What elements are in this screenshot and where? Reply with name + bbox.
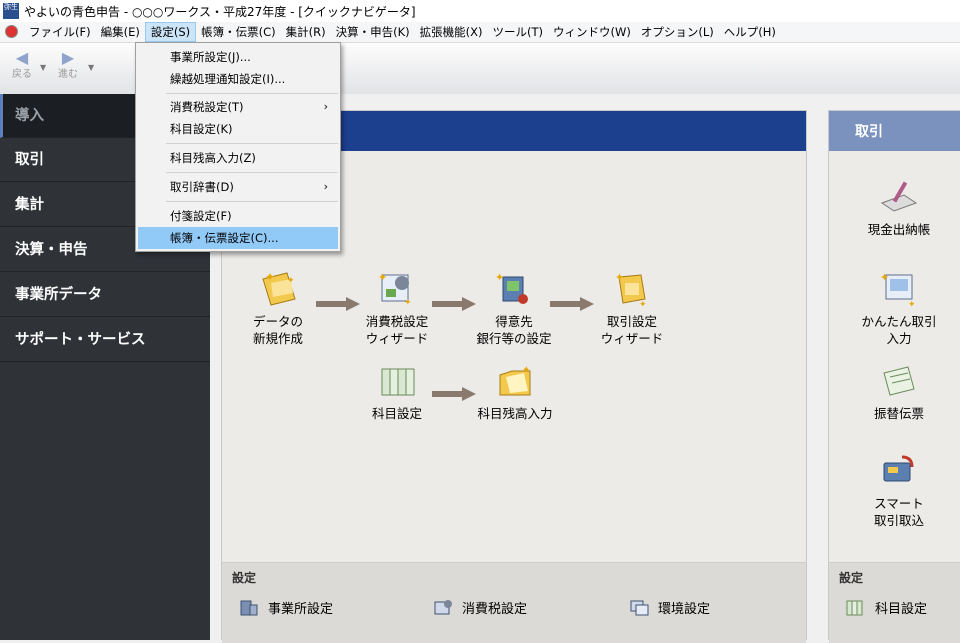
tax-settings-icon bbox=[434, 600, 452, 615]
bank-setup-item[interactable]: ✦ 得意先 銀行等の設定 bbox=[466, 269, 562, 347]
menu-extensions[interactable]: 拡張機能(X) bbox=[415, 22, 488, 42]
office-settings-link[interactable]: 事業所設定 bbox=[238, 597, 333, 617]
menu-window[interactable]: ウィンドウ(W) bbox=[548, 22, 636, 42]
transfer-slip-icon bbox=[883, 366, 915, 396]
environment-settings-link[interactable]: 環境設定 bbox=[628, 597, 710, 617]
menu-item-balance-input[interactable]: 科目残高入力(Z) bbox=[138, 147, 338, 169]
smart-import-icon bbox=[883, 455, 914, 482]
menu-item-books-slip-settings[interactable]: 帳簿・伝票設定(C)... bbox=[138, 227, 338, 249]
account-setup-item[interactable]: 科目設定 bbox=[362, 361, 432, 422]
trade-wizard-item[interactable]: ✦ ✦ 取引設定 ウィザード bbox=[592, 269, 672, 347]
sidebar-item-office-data[interactable]: 事業所データ bbox=[0, 273, 210, 317]
svg-text:✦: ✦ bbox=[522, 365, 530, 376]
trade-panel-header: 取引 bbox=[829, 111, 960, 151]
window-title: やよいの青色申告 - ○○○ワークス・平成27年度 - [クイックナビゲータ] bbox=[24, 5, 416, 19]
menu-options[interactable]: オプション(L) bbox=[636, 22, 719, 42]
cash-book-icon bbox=[880, 181, 918, 212]
settings-strip: 設定 事業所設定 消費税設定 環境設定 bbox=[222, 562, 806, 643]
menu-item-office-settings[interactable]: 事業所設定(J)... bbox=[138, 46, 338, 68]
bank-setup-icon: ✦ bbox=[495, 271, 528, 304]
svg-text:✦: ✦ bbox=[378, 271, 387, 284]
cash-book-item[interactable]: 現金出納帳 bbox=[829, 177, 960, 238]
menu-separator bbox=[166, 172, 338, 173]
submenu-arrow-icon: › bbox=[323, 180, 328, 193]
menu-separator bbox=[166, 201, 338, 202]
menu-settings[interactable]: 設定(S) bbox=[144, 22, 197, 42]
menu-books[interactable]: 帳簿・伝票(C) bbox=[196, 22, 281, 42]
svg-text:✦: ✦ bbox=[404, 298, 412, 308]
menu-aggregate[interactable]: 集計(R) bbox=[281, 22, 331, 42]
account-ledger-icon bbox=[381, 368, 415, 396]
settings-strip-title: 設定 bbox=[232, 571, 257, 585]
office-building-icon bbox=[240, 600, 258, 616]
menu-help[interactable]: ヘルプ(H) bbox=[719, 22, 781, 42]
menu-file[interactable]: ファイル(F) bbox=[24, 22, 96, 42]
sidebar-item-support[interactable]: サポート・サービス bbox=[0, 318, 210, 362]
tax-wizard-item[interactable]: ✦ ✦ 消費税設定 ウィザード bbox=[352, 269, 442, 347]
svg-text:✦: ✦ bbox=[287, 276, 295, 286]
svg-text:✦: ✦ bbox=[908, 300, 916, 309]
menu-item-carryover-notice[interactable]: 繰越処理通知設定(I)... bbox=[138, 68, 338, 90]
svg-text:✦: ✦ bbox=[615, 271, 624, 284]
balance-folder-icon: ✦ bbox=[499, 365, 531, 396]
menu-item-sticky-note-settings[interactable]: 付箋設定(F) bbox=[138, 205, 338, 227]
new-document-icon: ✦ ✦ bbox=[262, 270, 296, 306]
new-data-item[interactable]: ✦ ✦ データの 新規作成 bbox=[246, 269, 310, 347]
submenu-arrow-icon: › bbox=[323, 100, 328, 113]
menu-edit[interactable]: 編集(E) bbox=[96, 22, 145, 42]
menu-tools[interactable]: ツール(T) bbox=[487, 22, 548, 42]
back-dropdown-icon[interactable]: ▼ bbox=[40, 63, 46, 72]
smart-import-item[interactable]: スマート 取引取込 bbox=[829, 451, 960, 529]
back-button[interactable]: ◀ 戻る bbox=[4, 47, 40, 89]
easy-entry-icon: ✦ ✦ bbox=[880, 271, 916, 309]
svg-text:✦: ✦ bbox=[265, 270, 275, 284]
svg-text:✦: ✦ bbox=[495, 271, 504, 284]
environment-settings-icon bbox=[630, 600, 649, 616]
trade-account-settings-link[interactable]: 科目設定 bbox=[845, 597, 927, 617]
forward-button[interactable]: ▶ 進む bbox=[50, 47, 86, 89]
tax-settings-link[interactable]: 消費税設定 bbox=[432, 597, 527, 617]
system-menu-icon[interactable] bbox=[5, 25, 18, 38]
settings-dropdown-menu: 事業所設定(J)... 繰越処理通知設定(I)... 消費税設定(T) › 科目設… bbox=[135, 42, 341, 252]
tax-wizard-icon: ✦ ✦ bbox=[378, 271, 412, 308]
app-icon[interactable]: 弥生 bbox=[3, 3, 19, 19]
easy-entry-item[interactable]: ✦ ✦ かんたん取引 入力 bbox=[829, 269, 960, 347]
menu-separator bbox=[166, 93, 338, 94]
trade-panel: 取引 現金出納帳 ✦ ✦ かんたん取引 入力 振替伝票 スマート 取引取込 設定… bbox=[828, 110, 960, 643]
trade-wizard-icon: ✦ ✦ bbox=[615, 271, 647, 309]
transfer-slip-item[interactable]: 振替伝票 bbox=[829, 361, 960, 422]
forward-dropdown-icon[interactable]: ▼ bbox=[88, 63, 94, 72]
workflow-arrow-icon bbox=[550, 297, 594, 311]
forward-arrow-icon: ▶ bbox=[61, 48, 75, 67]
trade-settings-title: 設定 bbox=[839, 571, 864, 585]
menu-item-trade-dictionary[interactable]: 取引辞書(D) › bbox=[138, 176, 338, 198]
title-bar: 弥生 やよいの青色申告 - ○○○ワークス・平成27年度 - [クイックナビゲー… bbox=[0, 0, 960, 23]
menu-item-tax-settings[interactable]: 消費税設定(T) › bbox=[138, 96, 338, 118]
trade-settings-strip: 設定 科目設定 bbox=[829, 562, 960, 643]
account-ledger-icon bbox=[846, 600, 863, 616]
menu-closing[interactable]: 決算・申告(K) bbox=[331, 22, 415, 42]
back-arrow-icon: ◀ bbox=[15, 48, 29, 67]
menu-item-account-settings[interactable]: 科目設定(K) bbox=[138, 118, 338, 140]
balance-input-item[interactable]: ✦ 科目残高入力 bbox=[470, 361, 560, 422]
menu-bar: ファイル(F) 編集(E) 設定(S) 帳簿・伝票(C) 集計(R) 決算・申告… bbox=[0, 22, 960, 43]
svg-text:✦: ✦ bbox=[880, 271, 889, 284]
menu-separator bbox=[166, 143, 338, 144]
svg-text:✦: ✦ bbox=[639, 300, 647, 309]
